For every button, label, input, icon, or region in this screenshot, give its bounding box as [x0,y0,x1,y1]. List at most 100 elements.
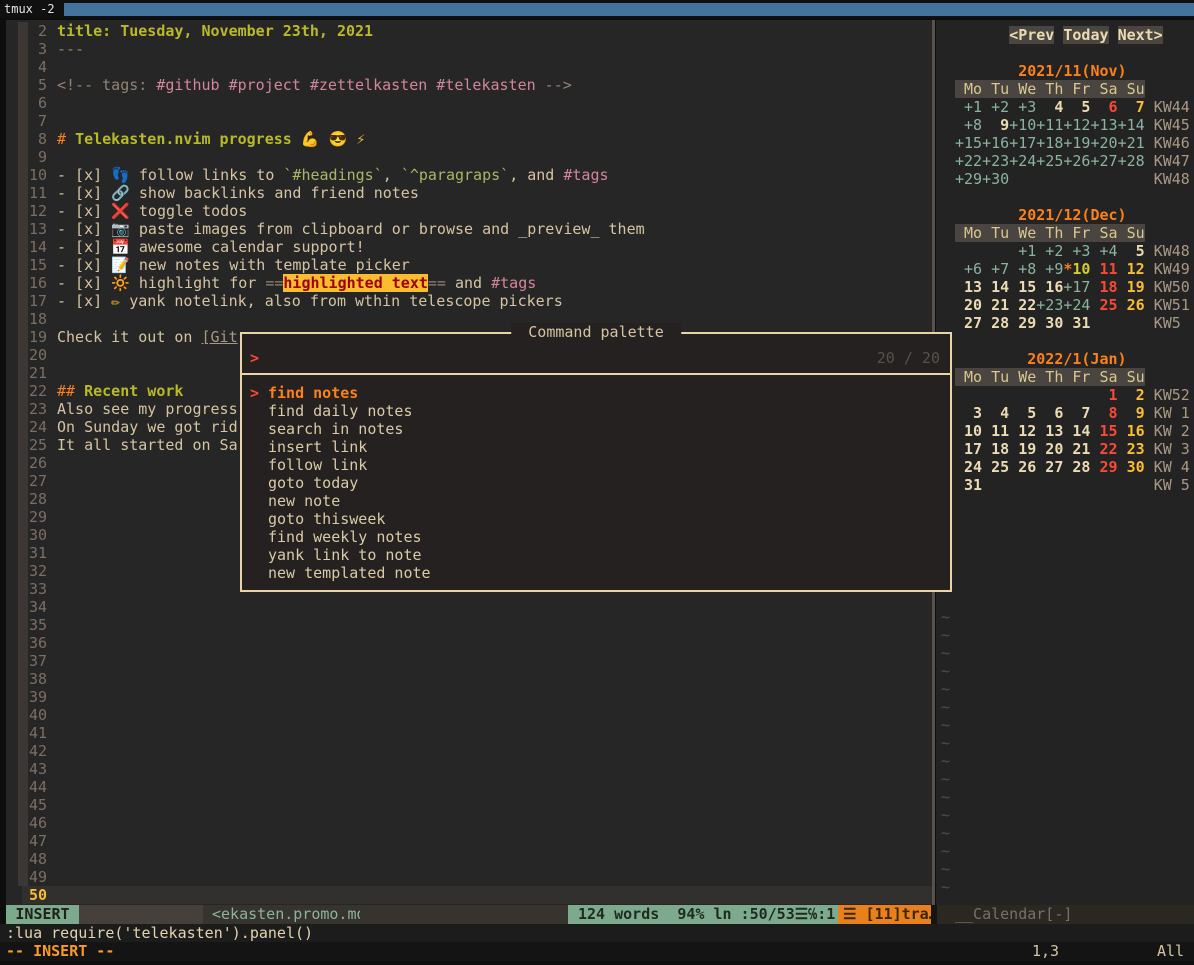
editor-line[interactable]: 3--- [6,40,933,58]
calendar-day[interactable]: +8 [955,116,982,134]
calendar-day[interactable]: +17 [1009,134,1036,152]
calendar-day[interactable]: 4 [1036,98,1063,116]
calendar-day[interactable]: 12 [1009,422,1036,440]
calendar-day[interactable]: +21 [1118,134,1145,152]
calendar-day[interactable]: +11 [1036,116,1063,134]
calendar-day[interactable]: +16 [982,134,1009,152]
calendar-day[interactable]: +4 [1090,242,1117,260]
calendar-day[interactable]: 30 [1118,458,1145,476]
editor-line[interactable]: 2title: Tuesday, November 23th, 2021 [6,22,933,40]
editor-line[interactable]: 17- [x] ✏ yank notelink, also from wthin… [6,292,933,310]
calendar-day[interactable]: 3 [955,404,982,422]
calendar-day[interactable]: 26 [1009,458,1036,476]
calendar-day[interactable]: *10 [1063,260,1090,278]
calendar-day[interactable]: 14 [982,278,1009,296]
calendar-day[interactable]: 16 [1036,278,1063,296]
calendar-day[interactable]: 5 [1118,242,1145,260]
calendar-day[interactable]: 1 [1090,386,1117,404]
calendar-day[interactable]: 9 [982,116,1009,134]
editor-line[interactable]: 6 [6,94,933,112]
editor-line[interactable]: 14- [x] 📅 awesome calendar support! [6,238,933,256]
editor-line[interactable]: 13- [x] 📷 paste images from clipboard or… [6,220,933,238]
calendar-day[interactable]: 13 [1036,422,1063,440]
palette-item[interactable]: yank link to note [250,546,422,564]
calendar-day[interactable]: 15 [1090,422,1117,440]
calendar-day[interactable]: 31 [1063,314,1090,332]
calendar-day[interactable]: 7 [1063,404,1090,422]
calendar-next-button[interactable]: Next> [1118,26,1163,44]
calendar-day[interactable]: 9 [1118,404,1145,422]
calendar-day[interactable]: 28 [982,314,1009,332]
calendar-day[interactable]: 6 [1036,404,1063,422]
editor-line[interactable]: 39 [6,688,933,706]
calendar-day[interactable]: +22 [955,152,982,170]
editor-line[interactable]: 49 [6,868,933,886]
calendar-day[interactable]: +26 [1063,152,1090,170]
calendar-day[interactable]: 27 [955,314,982,332]
calendar-day[interactable]: 30 [1036,314,1063,332]
calendar-day[interactable]: 5 [1063,98,1090,116]
calendar-day[interactable]: +3 [1009,98,1036,116]
calendar-day[interactable]: 21 [1063,440,1090,458]
editor-line[interactable]: 38 [6,670,933,688]
palette-item[interactable]: search in notes [250,420,403,438]
calendar-day[interactable]: +28 [1118,152,1145,170]
calendar-day[interactable]: 11 [982,422,1009,440]
calendar-day[interactable]: +3 [1063,242,1090,260]
calendar-day[interactable]: +10 [1009,116,1036,134]
editor-line[interactable]: 7 [6,112,933,130]
editor-line[interactable]: 43 [6,760,933,778]
palette-item[interactable]: goto thisweek [250,510,385,528]
calendar-day[interactable]: +25 [1036,152,1063,170]
editor-line[interactable]: 50 [6,886,933,904]
calendar-day[interactable]: 4 [982,404,1009,422]
calendar-day[interactable]: 5 [1009,404,1036,422]
calendar-day[interactable]: +17 [1063,278,1090,296]
calendar-day[interactable]: +23 [982,152,1009,170]
calendar-day[interactable]: 23 [1118,440,1145,458]
calendar-day[interactable]: +24 [1063,296,1090,314]
editor-line[interactable]: 44 [6,778,933,796]
calendar-day[interactable]: 8 [1090,404,1117,422]
palette-item[interactable]: new note [250,492,340,510]
editor-line[interactable]: 42 [6,742,933,760]
calendar-day[interactable]: +13 [1090,116,1117,134]
calendar-day[interactable]: 28 [1063,458,1090,476]
calendar-prev-button[interactable]: <Prev [1009,26,1054,44]
calendar-day[interactable]: +2 [1036,242,1063,260]
calendar-day[interactable]: 26 [1118,296,1145,314]
editor-line[interactable]: 10- [x] 👣 follow links to `#headings`, `… [6,166,933,184]
editor-line[interactable]: 5<!-- tags: #github #project #zettelkast… [6,76,933,94]
calendar-day[interactable]: +15 [955,134,982,152]
editor-line[interactable]: 16- [x] 🔆 highlight for ==highlighted te… [6,274,933,292]
calendar-day[interactable]: +1 [955,98,982,116]
editor-line[interactable]: 41 [6,724,933,742]
calendar-day[interactable]: 20 [1036,440,1063,458]
calendar-day[interactable]: 22 [1009,296,1036,314]
palette-item[interactable]: new templated note [250,564,431,582]
calendar-day[interactable]: +7 [982,260,1009,278]
calendar-day[interactable]: +27 [1090,152,1117,170]
calendar-day[interactable]: +9 [1036,260,1063,278]
calendar-day[interactable]: 24 [955,458,982,476]
calendar-day[interactable]: 18 [982,440,1009,458]
calendar-day[interactable]: +2 [982,98,1009,116]
calendar-day[interactable]: 25 [982,458,1009,476]
calendar-day[interactable]: +18 [1036,134,1063,152]
vim-command-line[interactable]: :lua require('telekasten').panel() [0,924,1194,942]
calendar-day[interactable]: 10 [955,422,982,440]
editor-line[interactable]: 9 [6,148,933,166]
editor-line[interactable]: 47 [6,832,933,850]
calendar-day[interactable]: +20 [1090,134,1117,152]
calendar-day[interactable]: 27 [1036,458,1063,476]
calendar-day[interactable]: 13 [955,278,982,296]
editor-line[interactable]: 40 [6,706,933,724]
calendar-day[interactable]: 29 [1090,458,1117,476]
editor-line[interactable]: 18 [6,310,933,328]
palette-item[interactable]: find daily notes [250,402,413,420]
editor-line[interactable]: 35 [6,616,933,634]
palette-item[interactable]: find weekly notes [250,528,422,546]
calendar-day[interactable]: +19 [1063,134,1090,152]
calendar-day[interactable]: 17 [955,440,982,458]
calendar-day[interactable]: 22 [1090,440,1117,458]
